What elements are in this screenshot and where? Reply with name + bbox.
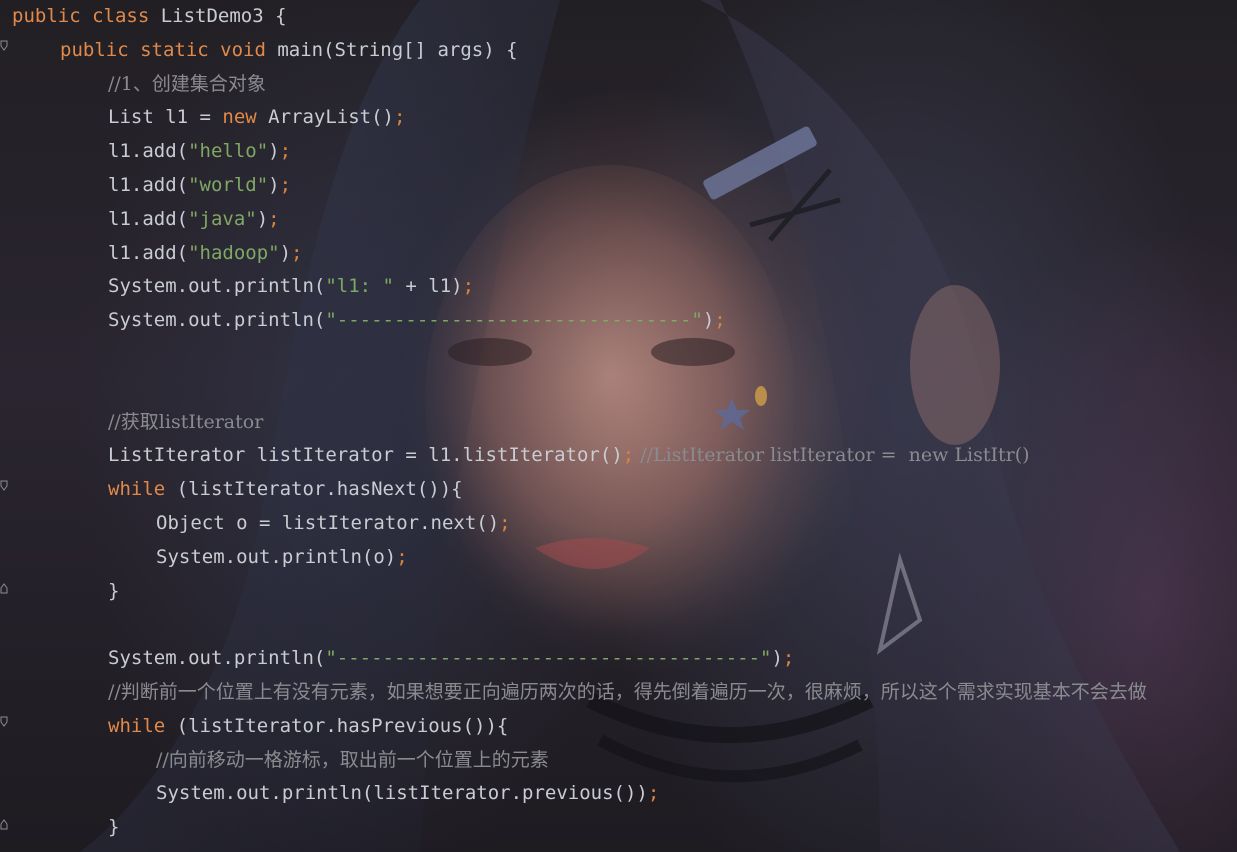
code-token-ident: (listIterator.hasNext()){ [165, 478, 463, 501]
code-line[interactable]: //判断前一个位置上有没有元素，如果想要正向遍历两次的话，得先倒着遍历一次，很麻… [12, 676, 1232, 710]
code-line[interactable]: l1.add("java"); [12, 203, 1232, 237]
code-token-ident: System.out.println( [108, 309, 326, 332]
code-line[interactable]: Object o = listIterator.next(); [12, 507, 1232, 541]
fold-marker-icon[interactable] [0, 480, 8, 492]
code-token-str: "l1: " [325, 275, 394, 298]
code-token-ident: l1.add( [108, 207, 189, 230]
code-token-semi: ; [396, 545, 408, 568]
code-line[interactable]: l1.add("hello"); [12, 135, 1232, 169]
code-line[interactable]: l1.add("world"); [12, 169, 1232, 203]
code-line[interactable]: public static void main(String[] args) { [12, 34, 1232, 68]
code-line[interactable]: while (listIterator.hasPrevious()){ [12, 710, 1232, 744]
fold-end-marker-icon[interactable] [0, 818, 8, 830]
code-line[interactable]: List l1 = new ArrayList(); [12, 101, 1232, 135]
code-token-ident: + l1) [393, 275, 463, 298]
code-token-ident: System.out.println(o) [156, 545, 397, 568]
code-token-cmt: //1、创建集合对象 [108, 72, 266, 95]
code-line[interactable]: System.out.println("--------------------… [12, 304, 1232, 338]
code-line[interactable]: //1、创建集合对象 [12, 68, 1232, 102]
code-token-cmt: //ListIterator listIterator = new ListIt… [634, 444, 1030, 467]
code-token-ident: l1.add( [108, 173, 189, 196]
code-token-ident: ) [771, 647, 783, 670]
code-token-str: "hello" [188, 140, 269, 163]
code-token-semi: ; [291, 241, 303, 264]
code-token-semi: ; [394, 106, 406, 129]
code-line[interactable] [12, 338, 1232, 372]
code-token-ident: ) [256, 207, 269, 230]
code-token-str: "-------------------------------" [325, 309, 703, 332]
code-token-semi: ; [714, 309, 726, 332]
code-token-cmt: //向前移动一格游标，取出前一个位置上的元素 [156, 748, 549, 771]
code-content[interactable]: public class ListDemo3 {public static vo… [12, 0, 1232, 845]
code-token-semi: ; [462, 275, 475, 298]
code-line[interactable] [12, 608, 1232, 642]
code-token-kw: while [108, 714, 166, 737]
code-token-ident: ) [702, 309, 715, 332]
code-line[interactable]: } [12, 811, 1232, 845]
fold-marker-icon[interactable] [0, 40, 8, 52]
code-line[interactable]: System.out.println("--------------------… [12, 642, 1232, 676]
code-line[interactable]: System.out.println("l1: " + l1); [12, 270, 1232, 304]
editor-gutter [0, 0, 12, 852]
fold-end-marker-icon[interactable] [0, 582, 8, 594]
code-token-ident: main(String[] args) { [265, 38, 518, 61]
code-token-semi: ; [279, 140, 292, 163]
code-token-cmt: //获取listIterator [108, 410, 264, 433]
code-token-kw: while [108, 478, 166, 501]
code-token-ident: System.out.println(listIterator.previous… [156, 782, 648, 805]
code-token-ident: ) [268, 140, 280, 163]
code-token-ident: l1.add( [108, 140, 189, 163]
code-token-ident: } [108, 579, 120, 602]
code-token-ident: ) [279, 241, 292, 264]
code-token-ident: System.out.println( [108, 275, 326, 298]
code-token-semi: ; [782, 647, 795, 670]
code-line[interactable]: l1.add("hadoop"); [12, 237, 1232, 271]
code-token-kw: new [222, 106, 257, 129]
code-token-str: "-------------------------------------" [325, 647, 772, 670]
code-token-ident: List l1 = [108, 106, 223, 129]
code-token-ident: l1.add( [108, 241, 189, 264]
code-token-ident: ListDemo3 { [149, 5, 287, 27]
code-line[interactable]: while (listIterator.hasNext()){ [12, 473, 1232, 507]
code-token-ident: } [108, 816, 120, 839]
code-line[interactable] [12, 372, 1232, 406]
code-token-kw: public class [12, 5, 150, 27]
code-line[interactable]: public class ListDemo3 { [12, 0, 1232, 34]
code-line[interactable]: System.out.println(listIterator.previous… [12, 777, 1232, 811]
code-line[interactable]: //向前移动一格游标，取出前一个位置上的元素 [12, 744, 1232, 778]
code-token-ident: System.out.println( [108, 647, 326, 670]
code-line[interactable]: //获取listIterator [12, 406, 1232, 440]
fold-marker-icon[interactable] [0, 716, 8, 728]
code-token-str: "world" [188, 173, 269, 196]
code-token-ident: (listIterator.hasPrevious()){ [165, 714, 509, 737]
code-line[interactable]: System.out.println(o); [12, 541, 1232, 575]
code-token-ident: ) [268, 173, 280, 196]
code-token-str: "java" [188, 207, 257, 230]
code-token-semi: ; [499, 511, 511, 534]
code-token-cmt: //判断前一个位置上有没有元素，如果想要正向遍历两次的话，得先倒着遍历一次，很麻… [108, 680, 1147, 703]
code-token-semi: ; [268, 207, 280, 230]
code-token-ident: ListIterator listIterator = l1.listItera… [108, 444, 623, 467]
code-token-ident: Object o = listIterator.next() [156, 511, 500, 534]
code-token-semi: ; [647, 782, 660, 805]
code-editor[interactable]: public class ListDemo3 {public static vo… [0, 0, 1237, 852]
code-token-semi: ; [279, 173, 292, 196]
code-token-str: "hadoop" [188, 241, 280, 264]
code-token-semi: ; [622, 444, 635, 467]
code-line[interactable]: ListIterator listIterator = l1.listItera… [12, 439, 1232, 473]
code-token-kw: public static void [60, 38, 266, 61]
code-line[interactable]: } [12, 575, 1232, 609]
code-token-ident: ArrayList() [256, 106, 394, 129]
